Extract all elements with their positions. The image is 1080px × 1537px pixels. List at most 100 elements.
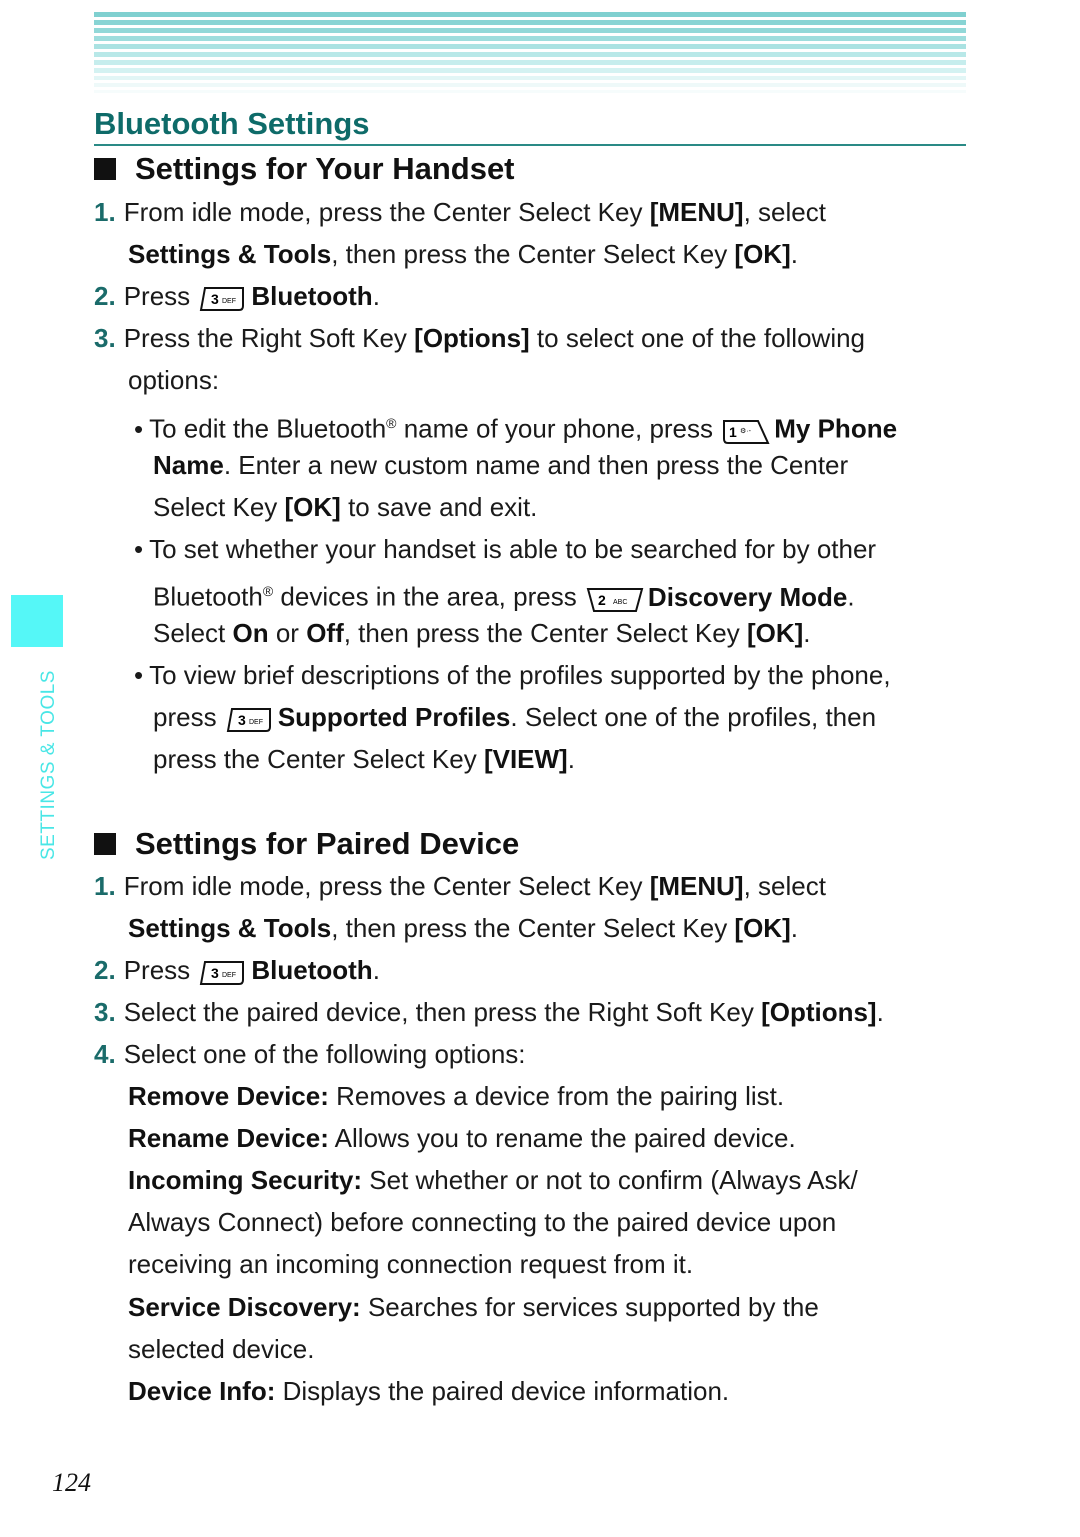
- chapter-tab: [11, 595, 63, 647]
- handset-step-3-cont: options:: [128, 365, 220, 395]
- text: Select one of the following options:: [123, 1039, 526, 1069]
- option-service-discovery: Service Discovery: Searches for services…: [128, 1292, 819, 1322]
- handset-heading: Settings for Your Handset: [94, 151, 515, 187]
- step-number: 3.: [94, 323, 116, 353]
- text: to save and exit.: [340, 492, 538, 522]
- handset-bullet-1-cont: Name. Enter a new custom name and then p…: [153, 450, 848, 480]
- text: To view brief descriptions of the profil…: [149, 660, 891, 690]
- text: Press: [123, 281, 198, 311]
- text: Select Key: [153, 492, 285, 522]
- paired-heading-text: Settings for Paired Device: [135, 826, 520, 861]
- option-remove-device: Remove Device: Removes a device from the…: [128, 1081, 784, 1111]
- bullet-icon: •: [134, 660, 144, 690]
- step-number: 2.: [94, 955, 116, 985]
- menu-label: Supported Profiles: [277, 702, 511, 732]
- text: .: [803, 618, 811, 648]
- text: to select one of the following: [529, 323, 866, 353]
- menu-label: My Phone: [774, 413, 898, 444]
- chapter-label: SETTINGS & TOOLS: [38, 670, 59, 860]
- svg-text:ABC: ABC: [613, 599, 627, 606]
- handset-bullet-3-cont: press 3 DEF Supported Profiles. Select one…: [153, 702, 877, 733]
- bullet-icon: •: [134, 413, 144, 444]
- handset-bullet-3: • To view brief descriptions of the profi…: [134, 660, 891, 690]
- option-rename-device: Rename Device: Allows you to rename the …: [128, 1123, 796, 1153]
- paired-step-1: 1. From idle mode, press the Center Selec…: [94, 871, 826, 901]
- key-label: [Options]: [761, 997, 877, 1027]
- registered-mark: ®: [386, 415, 397, 431]
- text: . Enter a new custom name and then press…: [223, 450, 849, 480]
- option-term: Incoming Security:: [128, 1165, 363, 1195]
- option-desc: Searches for services supported by the: [360, 1292, 819, 1322]
- text: .: [790, 913, 798, 943]
- text: Bluetooth: [153, 581, 263, 612]
- key-3-icon: 3 DEF: [199, 960, 245, 986]
- text: To set whether your handset is able to b…: [149, 534, 877, 564]
- paired-step-2: 2. Press 3 DEF Bluetooth.: [94, 955, 380, 986]
- key-label: [OK]: [734, 239, 791, 269]
- text: . Select one of the profiles, then: [510, 702, 877, 732]
- square-bullet-icon: [94, 833, 116, 855]
- page-number: 124: [52, 1468, 91, 1497]
- svg-text:3: 3: [211, 965, 219, 981]
- key-label: [OK]: [734, 913, 791, 943]
- text: , then press the Center Select Key: [331, 239, 735, 269]
- option-term: Remove Device:: [128, 1081, 329, 1111]
- text: press the Center Select Key: [153, 744, 484, 774]
- handset-bullet-3-cont2: press the Center Select Key [VIEW].: [153, 744, 575, 774]
- handset-heading-text: Settings for Your Handset: [135, 151, 515, 186]
- option-term: Rename Device:: [128, 1123, 329, 1153]
- option-desc: Displays the paired device information.: [275, 1376, 730, 1406]
- svg-text:1: 1: [729, 424, 737, 440]
- text: .: [372, 955, 380, 985]
- menu-label: Settings & Tools: [128, 913, 332, 943]
- handset-bullet-1: • To edit the Bluetooth® name of your pho…: [134, 408, 897, 444]
- svg-text:DEF: DEF: [222, 972, 236, 979]
- option-term: Service Discovery:: [128, 1292, 361, 1322]
- section-title: Bluetooth Settings: [94, 106, 966, 146]
- text: , select: [743, 871, 826, 901]
- handset-bullet-2-cont2: Select On or Off, then press the Center …: [153, 618, 811, 648]
- svg-text:DEF: DEF: [222, 298, 236, 305]
- text: .: [876, 997, 884, 1027]
- text: , select: [743, 197, 826, 227]
- svg-text:2: 2: [598, 592, 606, 608]
- square-bullet-icon: [94, 158, 116, 180]
- header-stripes: [94, 12, 966, 93]
- svg-text:⚙·-: ⚙·-: [740, 427, 752, 435]
- option-device-info: Device Info: Displays the paired device …: [128, 1376, 729, 1406]
- text: .: [372, 281, 380, 311]
- key-label: [Options]: [414, 323, 530, 353]
- option-incoming-security-cont: Always Connect) before connecting to the…: [128, 1207, 837, 1237]
- key-label: [OK]: [284, 492, 341, 522]
- text: From idle mode, press the Center Select …: [123, 871, 650, 901]
- step-number: 4.: [94, 1039, 116, 1069]
- paired-step-4: 4. Select one of the following options:: [94, 1039, 526, 1069]
- menu-label: Name: [153, 450, 224, 480]
- text: devices in the area, press: [273, 581, 584, 612]
- key-label: [MENU]: [649, 197, 744, 227]
- option-desc: Allows you to rename the paired device.: [328, 1123, 796, 1153]
- svg-text:3: 3: [238, 712, 246, 728]
- paired-step-1-cont: Settings & Tools, then press the Center …: [128, 913, 798, 943]
- handset-step-3: 3. Press the Right Soft Key [Options] to …: [94, 323, 865, 353]
- key-3-icon: 3 DEF: [226, 707, 272, 733]
- text: Select the paired device, then press the…: [123, 997, 762, 1027]
- key-2-icon: 2 ABC: [586, 587, 644, 612]
- svg-text:DEF: DEF: [249, 719, 263, 726]
- text: Select: [153, 618, 233, 648]
- option-desc: Set whether or not to confirm (Always As…: [362, 1165, 858, 1195]
- menu-label: Settings & Tools: [128, 239, 332, 269]
- handset-bullet-1-cont2: Select Key [OK] to save and exit.: [153, 492, 537, 522]
- step-number: 1.: [94, 871, 116, 901]
- step-number: 2.: [94, 281, 116, 311]
- option-service-discovery-cont: selected device.: [128, 1334, 315, 1364]
- text: .: [567, 744, 575, 774]
- text: name of your phone, press: [396, 413, 721, 444]
- svg-text:3: 3: [211, 291, 219, 307]
- handset-step-1: 1. From idle mode, press the Center Selec…: [94, 197, 826, 227]
- key-label: [MENU]: [649, 871, 744, 901]
- menu-label: Bluetooth: [251, 955, 373, 985]
- key-label: [VIEW]: [483, 744, 568, 774]
- paired-heading: Settings for Paired Device: [94, 826, 519, 862]
- bullet-icon: •: [134, 534, 144, 564]
